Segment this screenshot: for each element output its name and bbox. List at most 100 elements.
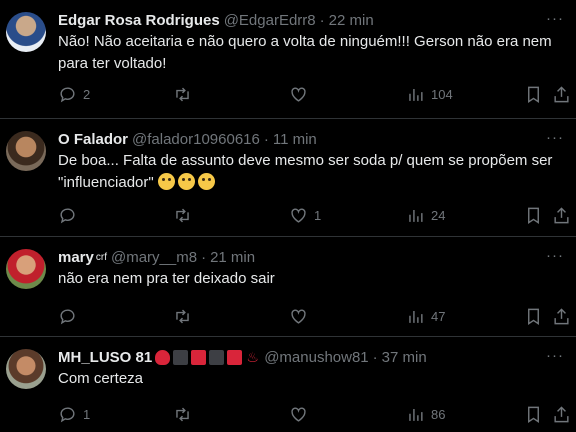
tweet-text: Com certeza [58,370,144,387]
bookmark-icon [528,308,539,325]
timestamp[interactable]: 21 min [210,249,255,266]
like-icon [291,309,306,324]
share-icon [554,207,569,224]
like-button[interactable] [289,85,314,104]
bookmark-button[interactable] [524,206,543,225]
tweet[interactable]: O Falador @falador10960616 · 11 min ··· … [0,119,576,237]
red-square-emoji [191,349,207,365]
more-icon[interactable]: ··· [546,129,564,146]
tweet-text: não era nem pra ter deixado sair [58,270,275,287]
view-count: 24 [431,208,446,223]
action-bar: 2 104 [58,85,569,105]
like-icon [291,208,306,223]
share-button[interactable] [552,405,571,424]
tweet-header: O Falador @falador10960616 · 11 min [58,129,564,149]
share-button[interactable] [552,307,571,326]
tweet-header: mary crf @mary__m8 · 21 min [58,247,564,267]
reply-button[interactable] [58,206,83,225]
views-button[interactable]: 47 [406,307,445,326]
timestamp[interactable]: 37 min [382,349,427,366]
like-icon [291,87,306,102]
more-icon[interactable]: ··· [546,247,564,264]
reply-button[interactable]: 2 [58,85,90,104]
views-button[interactable]: 104 [406,85,453,104]
bookmark-button[interactable] [524,307,543,326]
display-name[interactable]: O Falador [58,131,128,148]
like-button[interactable] [289,307,314,326]
retweet-button[interactable] [173,206,198,225]
hot-springs-emoji: ♨ [246,348,259,365]
bookmark-icon [528,406,539,423]
user-handle[interactable]: @falador10960616 [132,131,260,148]
tweet-text: Não! Não aceitaria e não quero a volta d… [58,33,556,72]
share-button[interactable] [552,206,571,225]
views-button[interactable]: 24 [406,206,445,225]
views-button[interactable]: 86 [406,405,445,424]
tweet[interactable]: MH_LUSO 81 ♨ @manushow81 · 37 min ··· Co… [0,337,576,432]
views-icon [409,209,423,222]
heart-emoji [155,349,171,365]
retweet-icon [176,309,189,324]
red-square-emoji [227,349,243,365]
reply-count: 1 [83,407,91,422]
bookmark-button[interactable] [524,85,543,104]
views-icon [409,408,423,421]
black-square-emoji [209,349,225,365]
tweet-text: De boa... Falta de assunto deve mesmo se… [58,152,557,191]
display-name[interactable]: mary [58,249,94,266]
reply-icon [60,407,75,423]
separator-dot: · [372,348,378,366]
avatar[interactable] [6,349,46,389]
retweet-icon [176,407,189,422]
reply-icon [60,87,75,103]
share-icon [554,308,569,325]
view-count: 86 [431,407,446,422]
like-button[interactable]: 1 [289,206,321,225]
view-count: 47 [431,309,446,324]
user-handle[interactable]: @EdgarEdrr8 [224,12,316,29]
timestamp[interactable]: 11 min [273,131,317,148]
view-count: 104 [431,87,453,102]
reply-icon [60,208,75,224]
user-handle[interactable]: @manushow81 [264,349,368,366]
like-button[interactable] [289,405,314,424]
bookmark-icon [528,86,539,103]
name-badge: crf [95,251,107,263]
more-icon[interactable]: ··· [546,347,564,364]
views-icon [409,310,423,323]
tweet[interactable]: mary crf @mary__m8 · 21 min ··· não era … [0,237,576,337]
reply-button[interactable]: 1 [58,405,90,424]
display-name[interactable]: MH_LUSO 81 [58,349,152,366]
reply-count: 2 [83,87,91,102]
views-icon [409,88,423,101]
like-icon [291,407,306,422]
avatar[interactable] [6,249,46,289]
raised-eyebrow-face-emoji [177,173,195,190]
retweet-button[interactable] [173,307,198,326]
tweet[interactable]: Edgar Rosa Rodrigues @EdgarEdrr8 · 22 mi… [0,0,576,119]
separator-dot: · [201,248,207,266]
separator-dot: · [263,130,269,148]
bookmark-button[interactable] [524,405,543,424]
separator-dot: · [319,11,325,29]
bookmark-icon [528,207,539,224]
more-icon[interactable]: ··· [546,10,564,27]
action-bar: 47 [58,307,569,327]
avatar[interactable] [6,131,46,171]
retweet-button[interactable] [173,405,198,424]
reply-feed: Edgar Rosa Rodrigues @EdgarEdrr8 · 22 mi… [0,0,576,432]
retweet-icon [176,208,189,223]
retweet-icon [176,87,189,102]
display-name[interactable]: Edgar Rosa Rodrigues [58,12,220,29]
share-button[interactable] [552,85,571,104]
reply-icon [60,309,75,325]
tweet-text-block: De boa... Falta de assunto deve mesmo se… [58,150,564,194]
avatar[interactable] [6,12,46,52]
reply-button[interactable] [58,307,83,326]
tweet-header: Edgar Rosa Rodrigues @EdgarEdrr8 · 22 mi… [58,10,564,30]
action-bar: 1 86 [58,405,569,425]
share-icon [554,406,569,423]
user-handle[interactable]: @mary__m8 [111,249,197,266]
retweet-button[interactable] [173,85,198,104]
timestamp[interactable]: 22 min [329,12,374,29]
